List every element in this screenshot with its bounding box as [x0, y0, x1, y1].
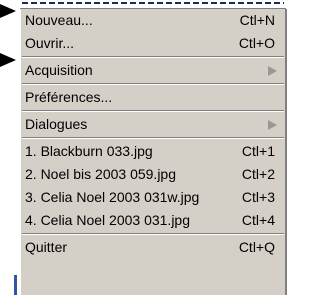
- menu-item-label: Ouvrir...: [25, 35, 75, 51]
- submenu-arrow-icon: [268, 119, 277, 130]
- menu-item-label: 1. Blackburn 033.jpg: [25, 143, 153, 159]
- menu-item-label: Quitter: [25, 239, 68, 255]
- menu-item-recent-1[interactable]: 1. Blackburn 033.jpg Ctl+1: [21, 140, 285, 163]
- menu-item-shortcut: Ctl+Q: [238, 239, 275, 255]
- file-menu: Nouveau... Ctl+N Ouvrir... Ctl+O Acquisi…: [20, 9, 287, 295]
- menu-item-open[interactable]: Ouvrir... Ctl+O: [21, 32, 285, 55]
- menu-item-shortcut: Ctl+3: [241, 189, 275, 205]
- menu-item-dialogs[interactable]: Dialogues: [21, 113, 285, 136]
- menu-item-recent-2[interactable]: 2. Noel bis 2003 059.jpg Ctl+2: [21, 163, 285, 186]
- selection-indicator: [14, 275, 17, 295]
- menu-item-shortcut: Ctl+4: [241, 212, 275, 228]
- menu-item-label: Dialogues: [25, 116, 88, 132]
- arrow-pointer-icon: [0, 4, 16, 18]
- submenu-arrow-icon: [268, 65, 277, 76]
- menu-item-quit[interactable]: Quitter Ctl+Q: [21, 236, 285, 259]
- menu-item-new[interactable]: Nouveau... Ctl+N: [21, 9, 285, 32]
- menu-item-preferences[interactable]: Préférences...: [21, 86, 285, 109]
- tearoff-line[interactable]: [20, 0, 286, 9]
- menu-item-label: 3. Celia Noel 2003 031w.jpg: [25, 189, 200, 205]
- menu-item-label: 2. Noel bis 2003 059.jpg: [25, 166, 176, 182]
- menu-item-label: Nouveau...: [25, 12, 93, 28]
- menu-item-shortcut: Ctl+O: [238, 35, 275, 51]
- menu-item-recent-4[interactable]: 4. Celia Noel 2003 031.jpg Ctl+4: [21, 209, 285, 232]
- menu-item-acquisition[interactable]: Acquisition: [21, 59, 285, 82]
- menu-item-label: Préférences...: [25, 89, 113, 105]
- menu-item-shortcut: Ctl+2: [241, 166, 275, 182]
- menu-item-label: 4. Celia Noel 2003 031.jpg: [25, 212, 191, 228]
- menu-item-shortcut: Ctl+1: [241, 143, 275, 159]
- arrow-pointer-icon: [0, 53, 16, 67]
- menu-item-shortcut: Ctl+N: [239, 12, 275, 28]
- tearoff-dash: [22, 2, 284, 4]
- menu-item-recent-3[interactable]: 3. Celia Noel 2003 031w.jpg Ctl+3: [21, 186, 285, 209]
- menu-item-label: Acquisition: [25, 62, 93, 78]
